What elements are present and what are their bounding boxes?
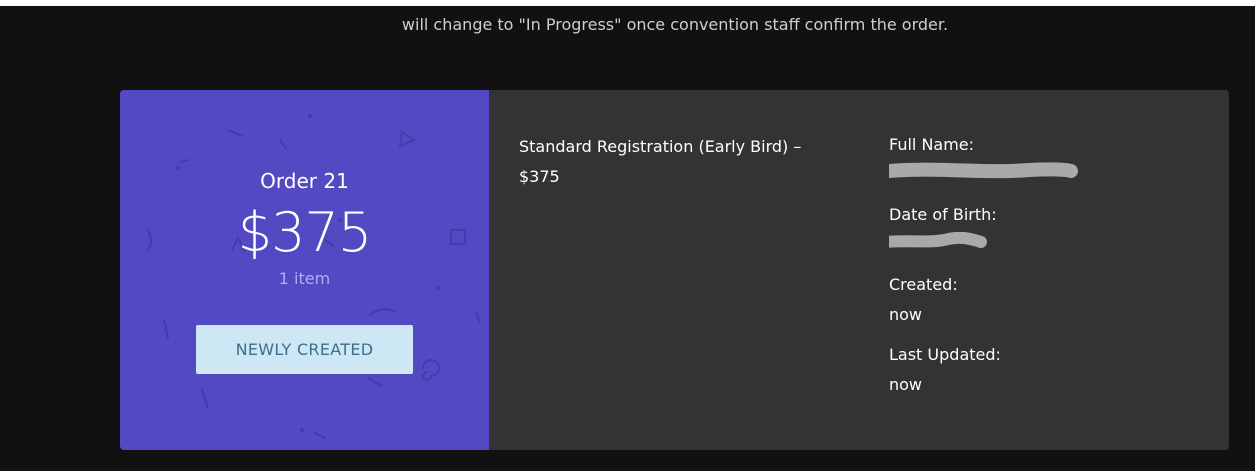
- dob-label: Date of Birth:: [889, 205, 997, 224]
- order-details-panel: Standard Registration (Early Bird) – $37…: [489, 90, 1229, 450]
- order-status-button[interactable]: NEWLY CREATED: [196, 325, 413, 374]
- full-name-field: Full Name:: [889, 132, 1189, 202]
- dob-value: [889, 232, 1189, 258]
- full-name-label: Full Name:: [889, 135, 975, 154]
- dob-redaction: [889, 232, 987, 248]
- top-strip: [0, 0, 1255, 6]
- order-summary-panel: Order 21 $375 1 item NEWLY CREATED: [120, 90, 489, 450]
- order-card: Order 21 $375 1 item NEWLY CREATED Stand…: [120, 90, 1229, 450]
- line-item-price: $375: [519, 167, 560, 186]
- line-item: Standard Registration (Early Bird) – $37…: [519, 132, 839, 192]
- dob-field: Date of Birth:: [889, 202, 1189, 272]
- created-field: Created: now: [889, 272, 1189, 342]
- last-updated-label: Last Updated:: [889, 345, 1001, 364]
- full-name-redaction: [889, 162, 1078, 179]
- order-total: $375: [237, 201, 372, 264]
- attendee-details: Full Name: Date of Birth: Created: now L…: [889, 132, 1189, 412]
- last-updated-value: now: [889, 375, 923, 394]
- last-updated-field: Last Updated: now: [889, 342, 1189, 412]
- order-number: Order 21: [260, 169, 349, 193]
- item-count: 1 item: [278, 269, 331, 288]
- line-item-name: Standard Registration (Early Bird) –: [519, 137, 802, 156]
- full-name-value: [889, 162, 1189, 188]
- status-notice-text: will change to "In Progress" once conven…: [401, 15, 949, 34]
- created-label: Created:: [889, 275, 958, 294]
- created-value: now: [889, 305, 923, 324]
